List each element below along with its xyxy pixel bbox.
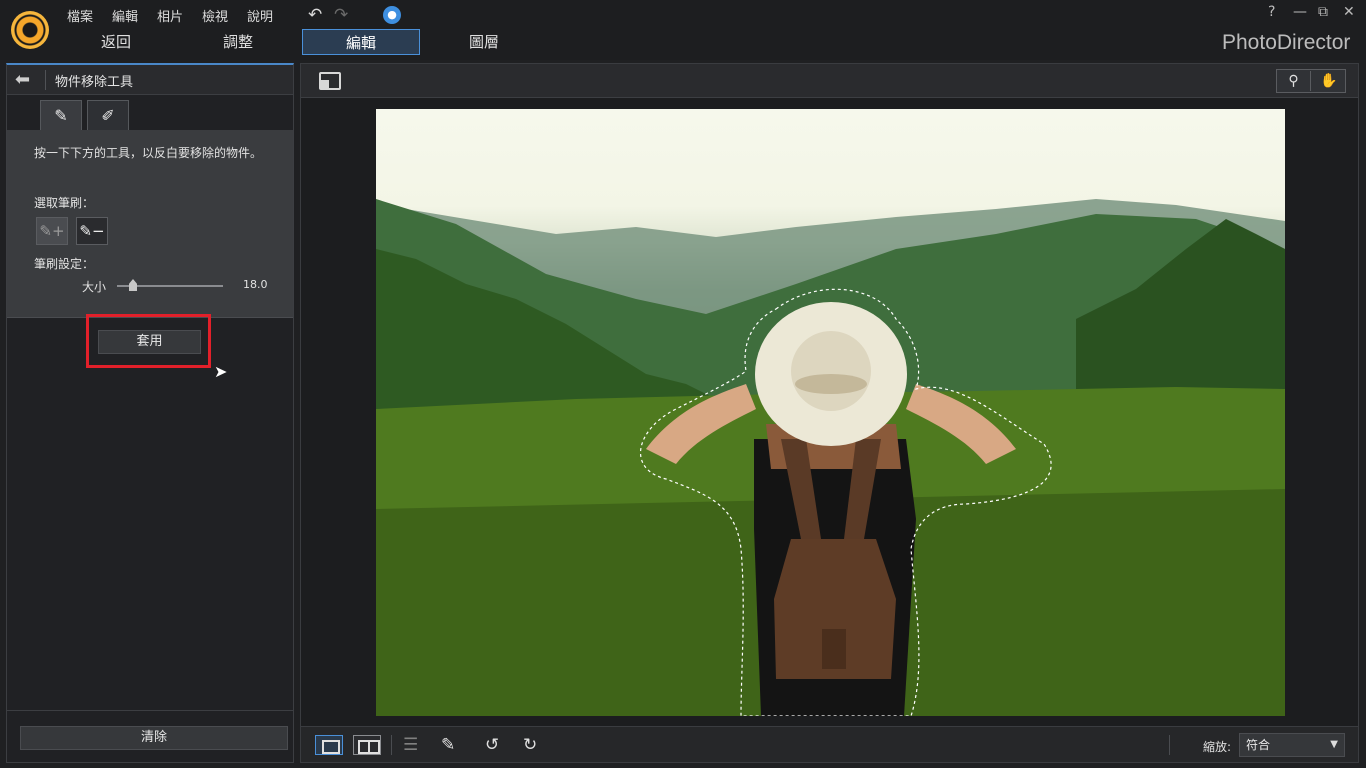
app-logo — [11, 11, 49, 49]
close-button[interactable]: ✕ — [1343, 4, 1355, 20]
tab-back[interactable]: 返回 — [66, 29, 166, 55]
photo-canvas[interactable] — [376, 109, 1285, 716]
brush-size-value: 18.0 — [243, 278, 268, 291]
brush-size-label: 大小 — [82, 280, 107, 294]
title-bar: 檔案 編輯 相片 檢視 說明 ↶ ↷ ● ? — ⧉ ✕ 返回 調整 編輯 圖層… — [0, 0, 1366, 60]
zoom-label: 縮放: — [1203, 740, 1232, 754]
brush-select-label: 選取筆刷： — [34, 196, 95, 210]
panel-title: 物件移除工具 — [55, 75, 134, 90]
zoom-separator — [1169, 735, 1170, 755]
help-button[interactable]: ? — [1268, 4, 1275, 20]
mouse-cursor-icon: ➤ — [214, 362, 228, 381]
brush-add-button[interactable]: ✎+ — [36, 217, 68, 245]
brush-add-icon: ✎+ — [39, 222, 65, 240]
zoom-value: 符合 — [1246, 738, 1271, 752]
menu-edit[interactable]: 編輯 — [112, 6, 138, 25]
panel-header: ⬅ 物件移除工具 — [7, 65, 293, 95]
brush-size-slider-thumb[interactable] — [129, 279, 137, 291]
brand-name: PhotoDirector — [1222, 31, 1351, 54]
rotate-right-icon[interactable]: ↻ — [523, 735, 537, 755]
menu-help[interactable]: 說明 — [247, 6, 273, 25]
back-arrow-icon[interactable]: ⬅ — [15, 69, 30, 90]
brush-subtract-icon: ✎− — [79, 222, 105, 240]
menu-photo[interactable]: 相片 — [157, 6, 183, 25]
restore-button[interactable]: ⧉ — [1318, 4, 1328, 20]
single-view-button[interactable] — [315, 735, 343, 755]
footer-divider — [7, 710, 293, 711]
brush-erase-icon: ✐ — [101, 106, 115, 125]
brush-select-icon: ✎ — [54, 106, 68, 125]
viewer-bottom-bar: ☰ ✎ ↺ ↻ 縮放: 符合 ▼ — [301, 726, 1358, 762]
apply-button[interactable]: 套用 — [98, 330, 201, 354]
viewer-toolbar: ⚲ ✋ — [301, 64, 1358, 98]
bottom-separator — [391, 735, 392, 755]
view-tool-group: ⚲ ✋ — [1276, 69, 1346, 93]
brush-setting-label: 筆刷設定： — [34, 257, 95, 271]
fit-to-window-icon[interactable] — [319, 72, 341, 90]
tab-layers[interactable]: 圖層 — [434, 29, 534, 55]
redo-icon[interactable]: ↷ — [334, 5, 348, 25]
compare-view-button[interactable] — [353, 735, 381, 755]
magnifier-icon[interactable]: ⚲ — [1277, 71, 1311, 91]
object-removal-panel: ⬅ 物件移除工具 ✎ ✐ 按一下下方的工具，以反白要移除的物件。 選取筆刷： ✎… — [6, 63, 294, 763]
tab-edit[interactable]: 編輯 — [302, 29, 420, 55]
hand-icon[interactable]: ✋ — [1312, 71, 1346, 91]
photo-illustration — [376, 199, 1285, 716]
brush-erase-tab[interactable]: ✐ — [87, 100, 129, 130]
photodirector-window: 檔案 編輯 相片 檢視 說明 ↶ ↷ ● ? — ⧉ ✕ 返回 調整 編輯 圖層… — [0, 0, 1366, 768]
menu-file[interactable]: 檔案 — [67, 6, 93, 25]
brush-select-tab[interactable]: ✎ — [40, 100, 82, 130]
zoom-select[interactable]: 符合 ▼ — [1239, 733, 1345, 757]
clear-button[interactable]: 清除 — [20, 726, 288, 750]
brush-subtract-button[interactable]: ✎− — [76, 217, 108, 245]
rotate-left-icon[interactable]: ↺ — [485, 735, 499, 755]
layers-icon[interactable]: ☰ — [403, 735, 418, 755]
undo-icon[interactable]: ↶ — [308, 5, 322, 25]
notification-bell-icon[interactable]: ● — [383, 6, 401, 24]
menu-view[interactable]: 檢視 — [202, 6, 228, 25]
brush-tool-icon[interactable]: ✎ — [441, 735, 455, 755]
chevron-down-icon: ▼ — [1330, 739, 1338, 750]
panel-body: 按一下下方的工具，以反白要移除的物件。 選取筆刷： ✎+ ✎− 筆刷設定： 大小… — [7, 130, 293, 318]
minimize-button[interactable]: — — [1293, 4, 1307, 20]
instruction-text: 按一下下方的工具，以反白要移除的物件。 — [34, 146, 263, 160]
header-divider — [45, 70, 46, 90]
photo-viewer: ⚲ ✋ ☰ ✎ ↺ ↻ 縮放: 符合 ▼ — [300, 63, 1359, 763]
tab-adjust[interactable]: 調整 — [188, 29, 288, 55]
